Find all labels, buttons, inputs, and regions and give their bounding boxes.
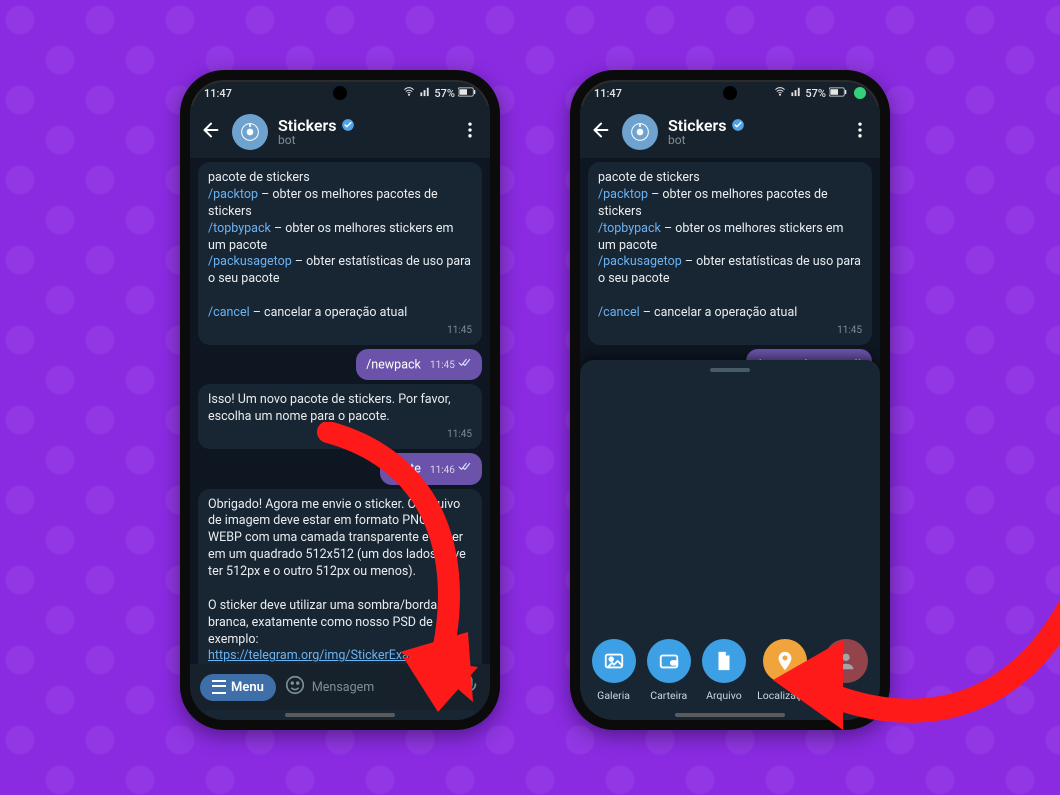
camera-notch [723,86,737,100]
attach-label: Arquivo [706,689,742,702]
read-ticks-icon [458,461,472,478]
attach-label: Galeria [597,689,630,702]
bot-message-nameprompt[interactable]: Isso! Um novo pacote de stickers. Por fa… [198,384,482,449]
cmd-packusagetop[interactable]: /packusagetop [208,254,292,269]
attach-gallery[interactable]: Galeria [592,639,636,702]
text: . [460,648,463,663]
bot-avatar[interactable] [622,114,658,150]
status-time: 11:47 [594,87,622,100]
contact-icon [824,639,868,683]
microphone-icon[interactable] [458,674,480,700]
timestamp: 11:45 [837,325,862,336]
gallery-icon [592,639,636,683]
text: pacote de stickers [598,170,700,185]
message-input[interactable]: Mensagem [284,674,420,700]
text: pacote de stickers [208,170,310,185]
timestamp: 11:46 [430,465,455,476]
wifi-icon [402,86,416,100]
attach-label: Carteira [650,689,687,702]
bot-avatar[interactable] [232,114,268,150]
text: Teste [390,462,421,477]
text: – cancelar a operação atual [250,305,408,320]
signal-icon [790,86,802,100]
emoji-icon[interactable] [284,674,306,700]
android-nav-bar[interactable] [285,713,395,717]
menu-label: Menu [231,680,264,695]
android-nav-bar[interactable] [675,713,785,717]
attach-label: Localização [757,689,813,702]
bot-message-commands[interactable]: pacote de stickers /packtop – obter os m… [588,162,872,345]
timestamp: 11:45 [447,325,472,336]
back-arrow-icon[interactable] [590,119,612,145]
cmd-topbypack[interactable]: /topbypack [208,221,271,236]
timestamp: 11:45 [430,360,455,371]
message-placeholder: Mensagem [312,680,374,695]
location-icon [763,639,807,683]
chat-title[interactable]: Stickers [668,117,727,135]
user-message-newpack[interactable]: /newpack 11:45 [356,349,482,381]
battery-label: 57% [434,87,455,100]
bot-menu-button[interactable]: Menu [200,674,276,701]
attach-label: Enviar [832,689,861,702]
bot-message-commands[interactable]: pacote de stickers /packtop – obter os m… [198,162,482,345]
battery-label: 57% [805,87,826,100]
attachment-panel[interactable]: Galeria Carteira Arquivo [580,360,880,720]
camera-notch [333,86,347,100]
verified-badge-icon [341,118,355,132]
text: O sticker deve utilizar uma sombra/borda… [208,598,437,647]
battery-icon [458,87,476,100]
cmd-packtop[interactable]: /packtop [598,187,648,202]
chat-body-left[interactable]: pacote de stickers /packtop – obter os m… [190,158,490,720]
text: Obrigado! Agora me envie o sticker. O ar… [208,497,466,580]
tutorial-background: { "statusBar": {"time":"11:47","battery"… [0,0,1060,795]
cmd-cancel[interactable]: /cancel [598,305,640,320]
battery-icon [829,87,847,100]
menu-bars-icon [212,680,226,694]
message-input-bar: Menu Mensagem [190,664,490,710]
verified-badge-icon [731,118,745,132]
attach-wallet[interactable]: Carteira [647,639,691,702]
attach-contact[interactable]: Enviar [824,639,868,702]
panel-grab-handle[interactable] [710,368,750,372]
read-ticks-icon [458,357,472,374]
text: Isso! Um novo pacote de stickers. Por fa… [208,392,451,424]
chat-subtitle: bot [278,134,355,147]
status-time: 11:47 [204,87,232,100]
phone-right: 11:47 57% Stickers [570,70,890,730]
camera-active-indicator [854,87,866,99]
chat-body-right[interactable]: pacote de stickers /packtop – obter os m… [580,158,880,720]
phone-left: 11:47 57% Stickers [180,70,500,730]
psd-link[interactable]: https://telegram.org/img/StickerExample.… [208,648,460,663]
chat-header: Stickers bot [190,106,490,159]
text: /newpack [366,357,421,372]
text: – cancelar a operação atual [640,305,798,320]
chat-header: Stickers bot [580,106,880,159]
cmd-topbypack[interactable]: /topbypack [598,221,661,236]
wallet-icon [647,639,691,683]
more-options-icon[interactable] [460,120,480,144]
attach-file[interactable]: Arquivo [702,639,746,702]
timestamp: 11:45 [447,429,472,440]
cmd-cancel[interactable]: /cancel [208,305,250,320]
more-options-icon[interactable] [850,120,870,144]
attach-location[interactable]: Localização [757,639,813,702]
back-arrow-icon[interactable] [200,119,222,145]
wifi-icon [773,86,787,100]
signal-icon [419,86,431,100]
file-icon [702,639,746,683]
chat-title[interactable]: Stickers [278,117,337,135]
chat-subtitle: bot [668,134,745,147]
cmd-packtop[interactable]: /packtop [208,187,258,202]
user-message-teste[interactable]: Teste 11:46 [380,453,482,485]
cmd-packusagetop[interactable]: /packusagetop [598,254,682,269]
attach-icon[interactable] [428,674,450,700]
